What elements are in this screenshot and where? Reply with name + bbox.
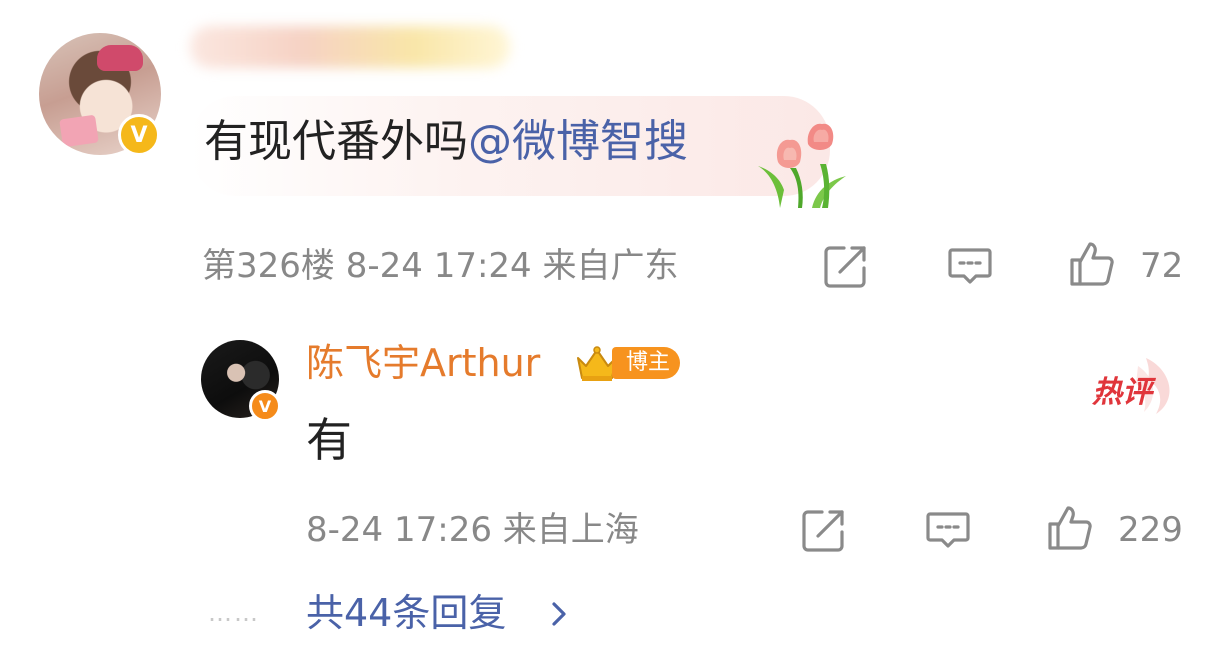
avatar-hair-bow [97,45,143,71]
reply-time: 8-24 17:26 [306,510,492,550]
comment-like-count: 72 [1140,246,1184,286]
chevron-right-icon[interactable] [548,600,570,628]
reply-meta: 8-24 17:26 来自上海 [306,510,639,550]
more-replies-dots: …… [208,599,260,627]
comment-text: 有现代番外吗@微博智搜 [204,114,688,170]
reply-like-count: 229 [1118,510,1183,550]
comment-body: 有现代番外吗 [204,116,468,167]
comment-icon[interactable] [946,242,994,290]
more-replies-link[interactable]: 共44条回复 [306,590,506,636]
share-icon[interactable] [822,242,870,290]
author-tag: 博主 [612,347,681,379]
comment-meta: 第326楼 8-24 17:24 来自广东 [202,246,679,286]
thumbs-up-icon[interactable] [1068,240,1116,288]
comment-icon[interactable] [924,506,972,554]
reply-text: 有 [306,413,352,467]
hot-comment-badge: 热评 [1092,375,1152,410]
comment-location: 来自广东 [542,246,679,286]
commenter-name-blurred[interactable] [190,26,510,68]
reply-author-name[interactable]: 陈飞宇Arthur [306,340,540,386]
share-icon[interactable] [800,506,848,554]
tulip-bubble-decoration-icon [758,123,846,208]
thumbs-up-icon[interactable] [1046,504,1094,552]
reply-location: 来自上海 [502,510,639,550]
comment-floor: 第326楼 [202,246,335,286]
comment-thread: V 有现代番外吗@微博智搜 第326楼 8-24 17:24 来自广东 72 V… [0,0,1224,655]
comment-mention-link[interactable]: @微博智搜 [468,116,688,167]
verified-badge-icon: V [118,114,160,156]
comment-time: 8-24 17:24 [345,246,532,286]
avatar-laptop [59,114,99,148]
verified-badge-icon: V [249,390,281,422]
